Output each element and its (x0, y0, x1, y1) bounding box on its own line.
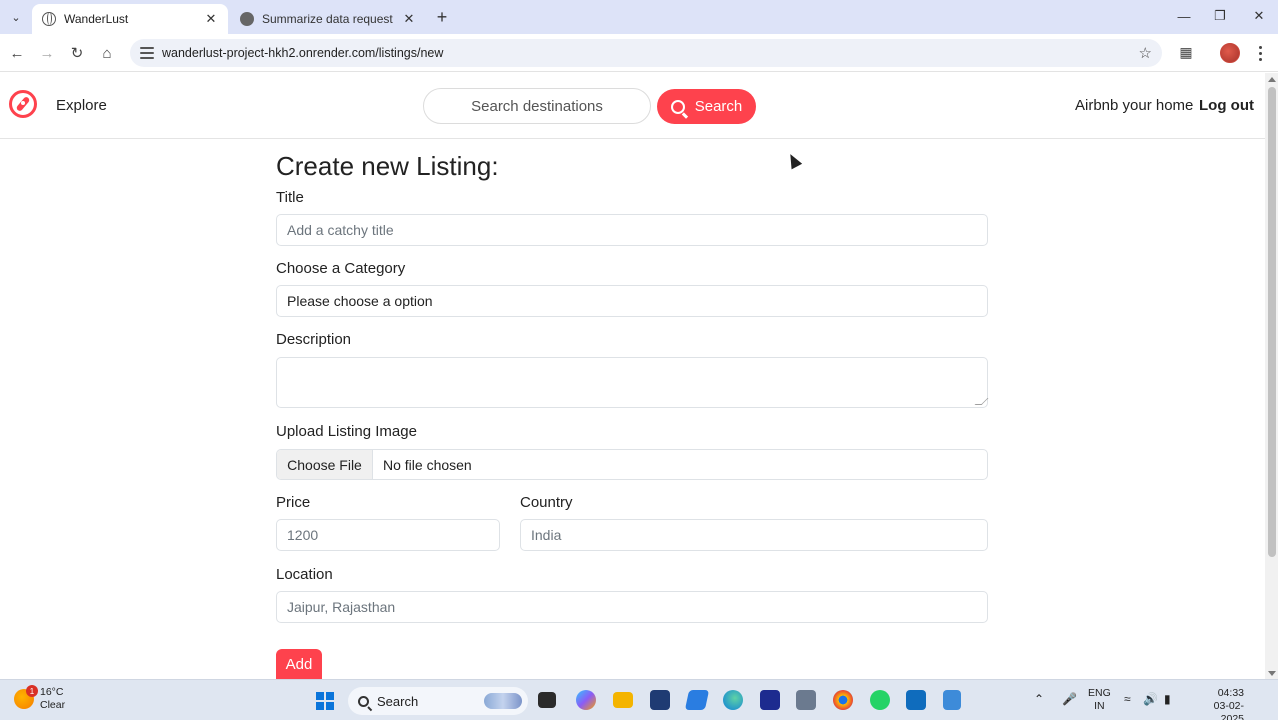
taskbar-search-label: Search (377, 693, 419, 709)
task-view-icon[interactable] (538, 692, 556, 708)
weather-widget[interactable]: 1 16°C Clear (14, 685, 66, 712)
page-viewport: Explore Search Airbnb your home Log out … (0, 73, 1265, 679)
country-input[interactable]: India (520, 519, 988, 551)
log-out-link[interactable]: Log out (1199, 97, 1254, 114)
browser-tabstrip: ⌄ WanderLust ✕ Summarize data request ✕ … (0, 0, 1278, 34)
extensions-icon[interactable]: ▦ (1176, 42, 1196, 62)
system-clock[interactable]: 04:33 03-02-2025 (1192, 687, 1244, 720)
edge-icon[interactable] (723, 690, 743, 710)
chrome-icon[interactable] (833, 690, 853, 710)
back-arrow-icon[interactable]: ← (6, 42, 28, 64)
language-code: ENG (1088, 687, 1111, 699)
airbnb-your-home-link[interactable]: Airbnb your home (1075, 97, 1193, 114)
search-icon (358, 695, 369, 707)
image-file-input[interactable]: Choose File No file chosen (276, 449, 988, 480)
snipping-tool-icon[interactable] (943, 690, 961, 710)
windows-taskbar: 1 16°C Clear Search ⌃ 🎤 ENG IN ≈ 🔊 ▮ 04:… (0, 679, 1278, 720)
scroll-down-arrow-icon[interactable] (1268, 671, 1276, 676)
search-highlight-icon (484, 693, 522, 709)
home-icon[interactable]: ⌂ (96, 42, 118, 64)
notification-badge: 1 (26, 685, 38, 697)
category-label: Choose a Category (276, 260, 406, 277)
site-settings-icon[interactable] (140, 47, 154, 59)
taskbar-search[interactable]: Search (348, 687, 528, 715)
close-icon[interactable]: ✕ (400, 10, 418, 28)
scroll-up-arrow-icon[interactable] (1268, 77, 1276, 82)
category-select[interactable]: Please choose a option (276, 285, 988, 317)
battery-icon[interactable]: ▮ (1164, 692, 1171, 706)
outlook-icon[interactable] (906, 690, 926, 710)
reload-icon[interactable]: ↻ (66, 42, 88, 64)
microphone-icon[interactable]: 🎤 (1062, 692, 1077, 706)
address-bar[interactable]: wanderlust-project-hkh2.onrender.com/lis… (130, 39, 1162, 67)
tab-summarize[interactable]: Summarize data request ✕ (230, 4, 426, 34)
add-listing-button[interactable]: Add (276, 649, 322, 679)
app-icon[interactable] (796, 690, 816, 710)
profile-avatar[interactable] (1220, 43, 1240, 63)
wifi-icon[interactable]: ≈ (1124, 692, 1131, 706)
openai-icon (240, 12, 254, 26)
close-icon[interactable]: ✕ (202, 10, 220, 28)
weather-sun-icon: 1 (14, 685, 38, 709)
restore-icon[interactable]: ❐ (1206, 6, 1234, 26)
scrollbar-thumb[interactable] (1268, 87, 1276, 557)
language-indicator[interactable]: ENG IN (1088, 687, 1111, 713)
compass-logo-icon[interactable] (9, 90, 37, 118)
browser-toolbar: ← → ↻ ⌂ wanderlust-project-hkh2.onrender… (0, 34, 1278, 72)
choose-file-button[interactable]: Choose File (277, 450, 373, 479)
weather-temp: 16°C (40, 686, 64, 698)
search-button-label: Search (694, 98, 743, 115)
region-code: IN (1094, 700, 1105, 712)
title-input[interactable] (276, 214, 988, 246)
site-navbar: Explore Search Airbnb your home Log out (0, 73, 1265, 139)
globe-icon (42, 12, 56, 26)
windows-start-icon[interactable] (316, 692, 334, 710)
search-destinations-input[interactable] (423, 88, 651, 124)
bookmark-star-icon[interactable]: ☆ (1139, 44, 1152, 62)
country-label: Country (520, 494, 573, 511)
title-label: Title (276, 189, 304, 206)
forward-arrow-icon[interactable]: → (36, 42, 58, 64)
search-button[interactable]: Search (657, 89, 756, 124)
description-textarea[interactable] (276, 357, 989, 408)
page-title: Create new Listing: (276, 151, 499, 181)
image-upload-label: Upload Listing Image (276, 423, 417, 440)
description-label: Description (276, 331, 352, 348)
location-label: Location (276, 566, 333, 583)
url-text[interactable]: wanderlust-project-hkh2.onrender.com/lis… (162, 46, 443, 60)
location-input[interactable]: Jaipur, Rajasthan (276, 591, 988, 623)
store-icon[interactable] (650, 690, 670, 710)
clock-date: 03-02-2025 (1213, 700, 1244, 720)
file-explorer-icon[interactable] (613, 692, 633, 708)
tab-wanderlust[interactable]: WanderLust ✕ (32, 4, 228, 34)
browser-menu-icon[interactable] (1253, 42, 1267, 64)
minimize-icon[interactable]: — (1170, 6, 1198, 26)
whatsapp-icon[interactable] (870, 690, 890, 710)
clock-time: 04:33 (1217, 687, 1244, 699)
resize-handle[interactable] (974, 398, 989, 405)
window-close-icon[interactable]: ✕ (1245, 6, 1273, 26)
tab-search-chevron-icon[interactable]: ⌄ (6, 8, 26, 26)
new-tab-button[interactable]: + (432, 7, 452, 27)
page-scrollbar[interactable] (1265, 73, 1278, 679)
price-input[interactable]: 1200 (276, 519, 500, 551)
tab-label: WanderLust (64, 12, 129, 26)
volume-icon[interactable]: 🔊 (1143, 692, 1158, 706)
tab-label: Summarize data request (262, 12, 393, 26)
search-icon (670, 99, 685, 114)
copilot-icon[interactable] (576, 690, 596, 710)
tray-chevron-up-icon[interactable]: ⌃ (1034, 692, 1044, 706)
file-status-text: No file chosen (383, 456, 472, 473)
price-label: Price (276, 494, 311, 511)
explore-link[interactable]: Explore (56, 97, 107, 114)
l-app-icon[interactable] (760, 690, 780, 710)
weather-desc: Clear (40, 699, 66, 711)
vscode-icon[interactable] (684, 690, 710, 710)
